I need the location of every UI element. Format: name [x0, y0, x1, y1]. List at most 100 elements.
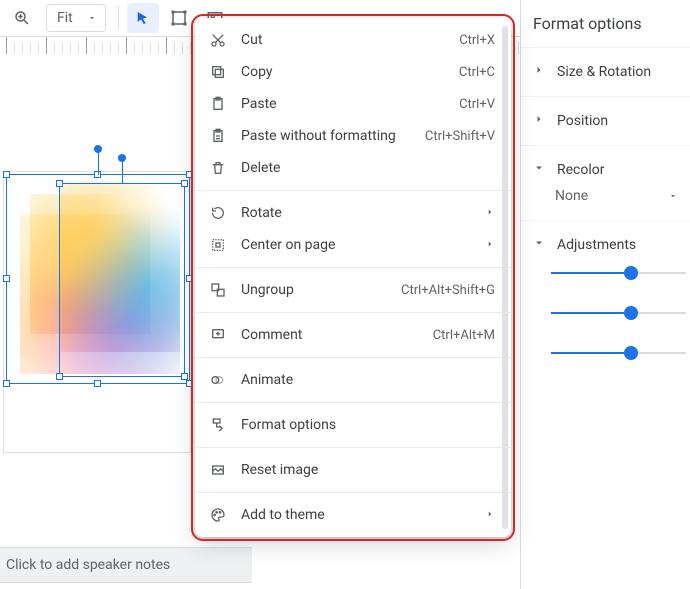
reset-image-icon [209, 461, 227, 479]
menu-item-label: Add to theme [241, 507, 471, 523]
menu-item-animate[interactable]: Animate [195, 364, 511, 396]
cut-icon [209, 31, 227, 49]
menu-item-label: Cut [241, 32, 445, 48]
section-label: Size & Rotation [557, 64, 651, 80]
speaker-notes-input[interactable]: Click to add speaker notes [0, 547, 252, 583]
menu-item-comment[interactable]: Comment Ctrl+Alt+M [195, 319, 511, 351]
format-options-panel: Format options Size & Rotation Position … [520, 0, 690, 589]
menu-item-format-options[interactable]: Format options [195, 409, 511, 441]
menu-separator [195, 402, 511, 403]
resize-handle-nw[interactable] [56, 180, 63, 187]
menu-item-label: Rotate [241, 205, 471, 221]
menu-item-center[interactable]: Center on page [195, 229, 511, 261]
center-icon [209, 236, 227, 254]
resize-handle-nw[interactable] [3, 171, 10, 178]
menu-separator [195, 267, 511, 268]
inner-selection[interactable] [59, 183, 185, 377]
rotation-handle[interactable] [94, 145, 102, 153]
chevron-right-icon [533, 64, 545, 80]
adjustments-slider-1[interactable] [551, 263, 690, 283]
section-label: Recolor [557, 162, 605, 178]
rotation-line [98, 151, 99, 175]
comment-icon [209, 326, 227, 344]
menu-separator [195, 190, 511, 191]
menu-item-accelerator: Ctrl+Shift+V [425, 129, 495, 144]
menu-item-label: Animate [241, 372, 495, 388]
menu-item-paste[interactable]: Paste Ctrl+V [195, 88, 511, 120]
resize-handle-ne[interactable] [181, 180, 188, 187]
menu-item-reset-image[interactable]: Reset image [195, 454, 511, 486]
menu-item-label: Paste without formatting [241, 128, 411, 144]
menu-item-delete[interactable]: Delete [195, 152, 511, 184]
menu-item-add-to-theme[interactable]: Add to theme [195, 499, 511, 531]
section-adjustments[interactable]: Adjustments [521, 221, 690, 389]
toolbar-divider [118, 6, 119, 30]
menu-item-ungroup[interactable]: Ungroup Ctrl+Alt+Shift+G [195, 274, 511, 306]
menu-item-accelerator: Ctrl+Alt+M [433, 328, 495, 343]
ungroup-icon [209, 281, 227, 299]
chevron-down-icon [87, 13, 97, 23]
submenu-arrow-icon [485, 507, 495, 523]
menu-item-accelerator: Ctrl+C [459, 65, 495, 80]
chevron-down-icon [533, 162, 545, 178]
section-size-rotation[interactable]: Size & Rotation [521, 48, 690, 97]
zoom-level-value: Fit [57, 10, 73, 26]
adjustments-slider-3[interactable] [551, 343, 690, 363]
section-label: Position [557, 113, 608, 129]
chevron-down-icon [533, 237, 545, 253]
recolor-select[interactable]: None [533, 188, 678, 204]
menu-separator [195, 312, 511, 313]
rotation-line [122, 160, 123, 184]
resize-handle-e[interactable] [186, 275, 193, 282]
menu-item-rotate[interactable]: Rotate [195, 197, 511, 229]
menu-item-accelerator: Ctrl+X [459, 33, 495, 48]
menu-item-label: Center on page [241, 237, 471, 253]
speaker-notes-placeholder: Click to add speaker notes [6, 557, 170, 573]
menu-separator [195, 357, 511, 358]
textbox-tool-button[interactable] [163, 3, 195, 33]
menu-item-label: Ungroup [241, 282, 387, 298]
delete-icon [209, 159, 227, 177]
section-position[interactable]: Position [521, 97, 690, 146]
section-recolor[interactable]: Recolor None [521, 146, 690, 221]
selection-bounds[interactable] [6, 174, 190, 384]
menu-separator [195, 447, 511, 448]
menu-item-accelerator: Ctrl+Alt+Shift+G [401, 283, 495, 298]
resize-handle-se[interactable] [186, 380, 193, 387]
rotate-icon [209, 204, 227, 222]
animate-icon [209, 371, 227, 389]
paste-icon [209, 95, 227, 113]
menu-item-label: Format options [241, 417, 495, 433]
section-label: Adjustments [557, 237, 636, 253]
menu-item-copy[interactable]: Copy Ctrl+C [195, 56, 511, 88]
menu-item-cut[interactable]: Cut Ctrl+X [195, 24, 511, 56]
adjustments-slider-2[interactable] [551, 303, 690, 323]
menu-item-accelerator: Ctrl+V [459, 97, 495, 112]
menu-item-label: Copy [241, 64, 445, 80]
menu-item-label: Comment [241, 327, 419, 343]
zoom-level-select[interactable]: Fit [46, 4, 106, 32]
resize-handle-sw[interactable] [3, 380, 10, 387]
submenu-arrow-icon [485, 205, 495, 221]
menu-item-label: Delete [241, 160, 495, 176]
format-options-icon [209, 416, 227, 434]
resize-handle-se[interactable] [181, 373, 188, 380]
menu-item-label: Reset image [241, 462, 495, 478]
chevron-down-icon [668, 191, 678, 201]
menu-separator [195, 492, 511, 493]
rotation-handle[interactable] [118, 154, 126, 162]
resize-handle-w[interactable] [3, 275, 10, 282]
menu-item-label: Paste [241, 96, 445, 112]
resize-handle-s[interactable] [94, 380, 101, 387]
recolor-value: None [555, 188, 588, 204]
select-tool-button[interactable] [127, 3, 159, 33]
submenu-arrow-icon [485, 237, 495, 253]
paste-plain-icon [209, 127, 227, 145]
resize-handle-ne[interactable] [186, 171, 193, 178]
context-menu-scrollbar[interactable] [502, 26, 508, 529]
zoom-tool-icon[interactable] [6, 3, 38, 33]
menu-item-paste-plain[interactable]: Paste without formatting Ctrl+Shift+V [195, 120, 511, 152]
palette-icon [209, 506, 227, 524]
resize-handle-sw[interactable] [56, 373, 63, 380]
context-menu: Cut Ctrl+X Copy Ctrl+C Paste Ctrl+V Past… [195, 18, 511, 537]
